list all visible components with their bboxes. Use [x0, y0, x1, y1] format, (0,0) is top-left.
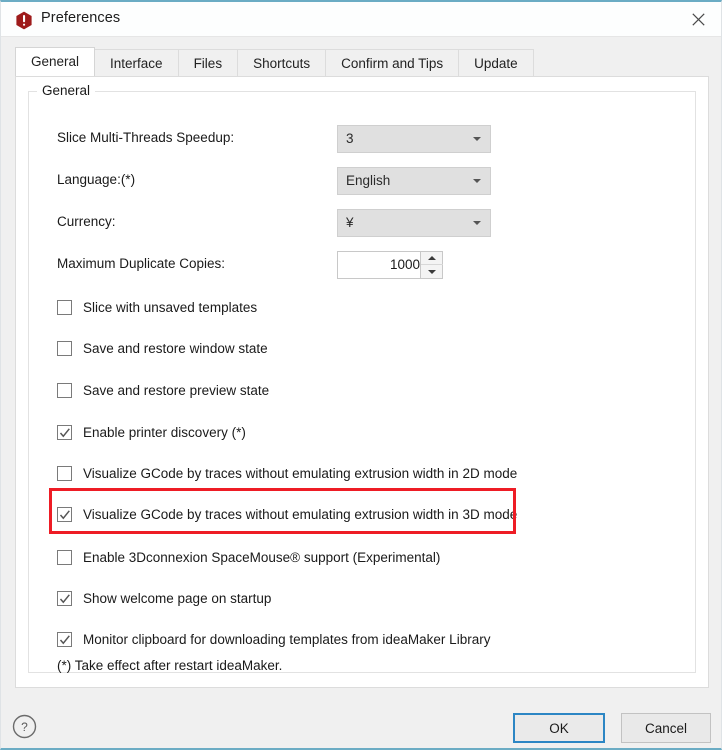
- checkbox-enable-printer-discovery[interactable]: Enable printer discovery (*): [57, 422, 246, 442]
- restart-footnote: (*) Take effect after restart ideaMaker.: [57, 658, 283, 673]
- checkbox-slice-with-unsaved-templates[interactable]: Slice with unsaved templates: [57, 297, 257, 317]
- checkbox-label: Slice with unsaved templates: [83, 299, 258, 315]
- title-bar: Preferences: [1, 2, 721, 37]
- label-language: Language:(*): [57, 172, 136, 187]
- currency-combobox[interactable]: ¥: [337, 209, 491, 237]
- chevron-down-icon: [473, 179, 481, 183]
- checkbox-visualize-gcode-3d-mode[interactable]: Visualize GCode by traces without emulat…: [57, 504, 517, 524]
- close-icon[interactable]: [675, 2, 721, 36]
- checkbox-save-and-restore-window-state[interactable]: Save and restore window state: [57, 338, 268, 358]
- tab-update[interactable]: Update: [458, 49, 534, 76]
- tab-general[interactable]: General: [15, 47, 96, 76]
- spinner-up-icon[interactable]: [421, 252, 443, 265]
- checkbox-label: Visualize GCode by traces without emulat…: [83, 506, 518, 522]
- ok-button[interactable]: OK: [513, 713, 605, 743]
- checkbox-show-welcome-page-on-startup[interactable]: Show welcome page on startup: [57, 588, 271, 608]
- checkbox-monitor-clipboard-for-templates[interactable]: Monitor clipboard for downloading templa…: [57, 629, 490, 649]
- chevron-down-icon: [473, 137, 481, 141]
- checkbox-label: Show welcome page on startup: [83, 590, 272, 606]
- spinner-down-icon[interactable]: [421, 265, 443, 278]
- label-maximum-duplicate-copies: Maximum Duplicate Copies:: [57, 256, 226, 271]
- spinner-buttons: [420, 252, 443, 278]
- language-value: English: [346, 173, 391, 188]
- checkbox-box: [57, 382, 72, 398]
- tab-files[interactable]: Files: [177, 49, 239, 76]
- currency-value: ¥: [346, 215, 354, 230]
- maximum-duplicate-copies-spinbox[interactable]: 1000: [337, 251, 443, 279]
- maximum-duplicate-copies-value: 1000: [389, 257, 420, 272]
- checkbox-box: [57, 299, 72, 315]
- window-title: Preferences: [41, 10, 121, 26]
- tab-interface[interactable]: Interface: [94, 49, 179, 76]
- checkbox-label: Save and restore window state: [83, 340, 268, 356]
- help-circle-icon[interactable]: ?: [12, 714, 37, 739]
- checkbox-label: Enable 3Dconnexion SpaceMouse® support (…: [83, 549, 441, 565]
- checkbox-box: [57, 340, 72, 356]
- checkbox-save-and-restore-preview-state[interactable]: Save and restore preview state: [57, 380, 269, 400]
- preferences-dialog: Preferences General Slice Multi-Threads …: [0, 0, 722, 750]
- label-slice-multi-threads-speedup: Slice Multi-Threads Speedup:: [57, 130, 235, 145]
- checkbox-box: [57, 424, 72, 440]
- label-currency: Currency:: [57, 214, 116, 229]
- tab-bar: General Interface Files Shortcuts Confir…: [15, 47, 534, 76]
- slice-multi-threads-speedup-value: 3: [346, 131, 354, 146]
- checkbox-label: Visualize GCode by traces without emulat…: [83, 465, 518, 481]
- checkbox-box: [57, 631, 72, 647]
- checkbox-box: [57, 549, 72, 565]
- tab-panel-general: General Slice Multi-Threads Speedup: 3 L…: [15, 76, 709, 688]
- chevron-down-icon: [473, 221, 481, 225]
- group-box-title: General: [37, 83, 96, 98]
- checkbox-enable-3dconnexion-spacemouse[interactable]: Enable 3Dconnexion SpaceMouse® support (…: [57, 547, 440, 567]
- cancel-button[interactable]: Cancel: [621, 713, 711, 743]
- checkbox-box: [57, 465, 72, 481]
- slice-multi-threads-speedup-combobox[interactable]: 3: [337, 125, 491, 153]
- svg-text:?: ?: [21, 720, 28, 734]
- tab-confirm-and-tips[interactable]: Confirm and Tips: [325, 49, 460, 76]
- checkbox-label: Enable printer discovery (*): [83, 424, 246, 440]
- checkbox-label: Monitor clipboard for downloading templa…: [83, 631, 491, 647]
- checkbox-box: [57, 506, 72, 522]
- checkbox-label: Save and restore preview state: [83, 382, 270, 398]
- tab-shortcuts[interactable]: Shortcuts: [237, 49, 327, 76]
- general-group-box: General Slice Multi-Threads Speedup: 3 L…: [28, 83, 696, 673]
- checkbox-visualize-gcode-2d-mode[interactable]: Visualize GCode by traces without emulat…: [57, 463, 517, 483]
- app-warning-icon: [15, 11, 33, 30]
- checkbox-box: [57, 590, 72, 606]
- language-combobox[interactable]: English: [337, 167, 491, 195]
